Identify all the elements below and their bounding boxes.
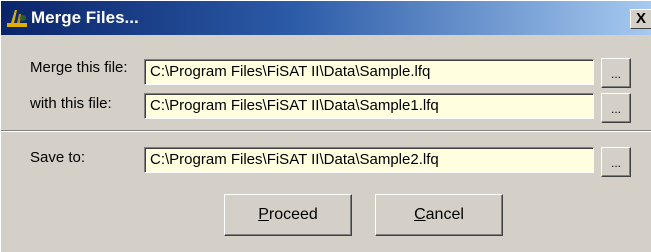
app-icon (7, 10, 27, 27)
cancel-label: ancel (425, 206, 464, 223)
save-to-input[interactable]: C:\Program Files\FiSAT II\Data\Sample2.l… (144, 147, 594, 173)
proceed-button[interactable]: Proceed (224, 194, 352, 236)
save-to-label: Save to: (30, 149, 86, 166)
proceed-label: roceed (268, 206, 318, 223)
with-file-label: with this file: (30, 95, 112, 112)
with-file-input[interactable]: C:\Program Files\FiSAT II\Data\Sample1.l… (144, 93, 594, 119)
cancel-button[interactable]: Cancel (375, 194, 503, 236)
title-bar[interactable]: Merge Files... X (1, 1, 651, 35)
merge-file-browse-button[interactable]: ... (601, 58, 631, 88)
merge-file-label: Merge this file: (30, 59, 128, 76)
separator (1, 130, 651, 132)
proceed-accelerator: P (258, 206, 269, 223)
save-to-browse-button[interactable]: ... (601, 147, 631, 177)
merge-file-input[interactable]: C:\Program Files\FiSAT II\Data\Sample.lf… (144, 59, 594, 85)
merge-files-dialog: Merge Files... X Merge this file: C:\Pro… (0, 0, 651, 252)
close-button[interactable]: X (630, 9, 651, 29)
window-title: Merge Files... (31, 8, 139, 27)
with-file-browse-button[interactable]: ... (601, 93, 631, 123)
cancel-accelerator: C (414, 206, 426, 223)
